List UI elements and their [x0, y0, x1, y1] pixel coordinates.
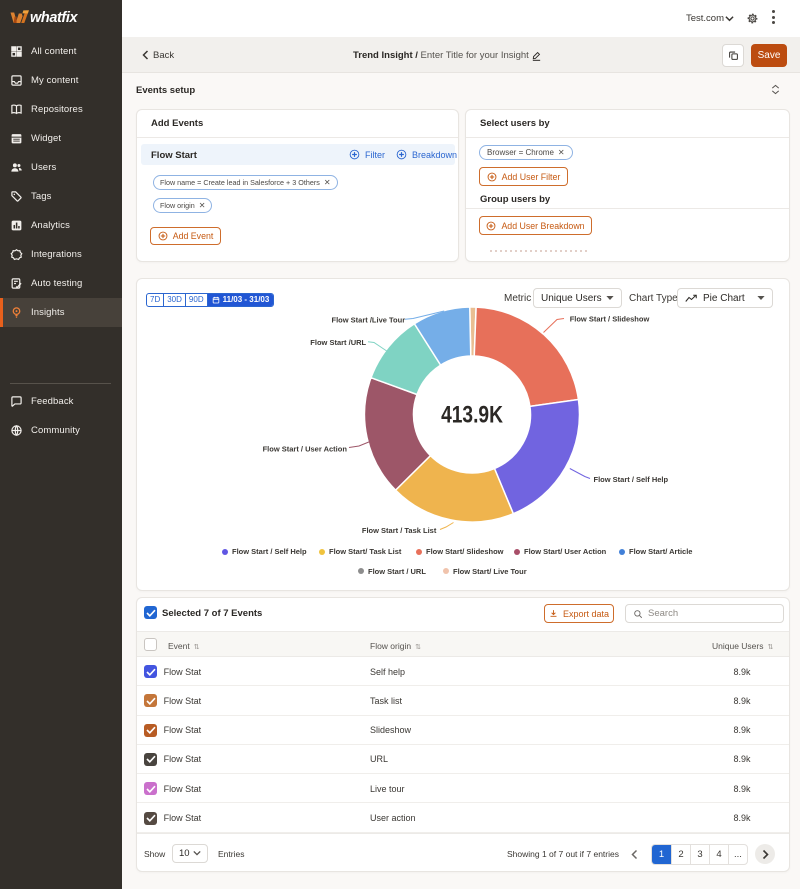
svg-text:Flow Start /URL: Flow Start /URL: [310, 338, 366, 347]
svg-text:Flow Start /Live Tour: Flow Start /Live Tour: [332, 316, 406, 325]
svg-text:Flow Start / User Action: Flow Start / User Action: [263, 445, 348, 454]
svg-text:whatfix: whatfix: [30, 10, 78, 26]
svg-text:Flow Start / Task List: Flow Start / Task List: [362, 526, 437, 535]
svg-text:Flow Start / Self Help: Flow Start / Self Help: [594, 475, 669, 484]
svg-text:Flow Start / Slideshow: Flow Start / Slideshow: [570, 315, 650, 324]
svg-text:413.9K: 413.9K: [441, 400, 503, 428]
